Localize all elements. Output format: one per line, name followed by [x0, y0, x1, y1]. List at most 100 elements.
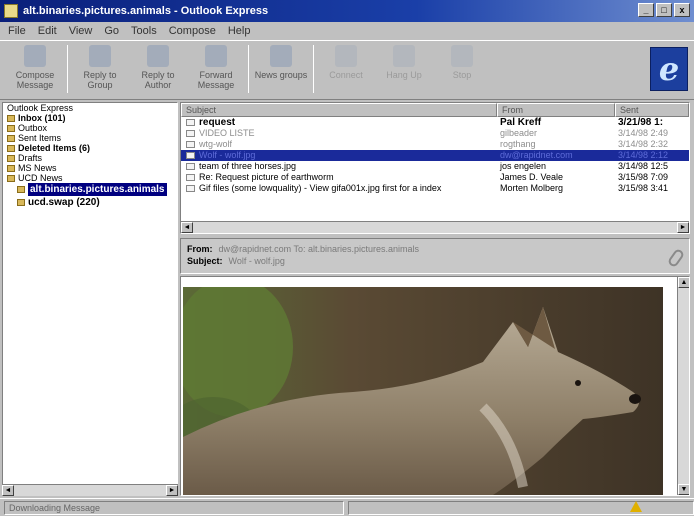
preview-body: ▲ ▼ [180, 276, 690, 496]
folder-label: ucd.swap (220) [28, 197, 100, 208]
message-sent: 3/15/98 3:41 [618, 183, 669, 193]
column-subject[interactable]: Subject [181, 103, 497, 117]
folder-label: Outbox [18, 123, 48, 133]
message-from: Pal Kreff [500, 117, 542, 128]
reply-group-icon [89, 45, 111, 67]
forward-icon [205, 45, 227, 67]
folder-alt-binaries-pictures-animals[interactable]: alt.binaries.pictures.animals [3, 183, 177, 196]
message-icon [186, 152, 195, 159]
maximize-button[interactable]: □ [656, 3, 672, 17]
column-from[interactable]: From [497, 103, 615, 117]
message-row[interactable]: VIDEO LISTE gilbeader 3/14/98 2:49 [181, 128, 689, 139]
folder-drafts[interactable]: Drafts [3, 153, 177, 163]
scroll-right-arrow-icon[interactable]: ► [166, 485, 178, 496]
folder-label: Drafts [18, 153, 43, 163]
reply-to-group-button[interactable]: Reply to Group [71, 41, 129, 97]
folder-ucd-swap[interactable]: ucd.swap (220) [3, 196, 177, 209]
newsgroups-icon [270, 45, 292, 67]
newsgroups-button[interactable]: News groups [252, 41, 310, 97]
message-from: rogthang [500, 139, 536, 149]
menu-edit[interactable]: Edit [38, 25, 57, 37]
folder-horizontal-scrollbar[interactable]: ◄ ► [2, 484, 178, 496]
message-subject: VIDEO LISTE [199, 128, 255, 138]
window-controls: _ □ x [638, 3, 690, 17]
message-subject: Gif files (some lowquality) - View gifa0… [199, 183, 442, 193]
minimize-button[interactable]: _ [638, 3, 654, 17]
message-row[interactable]: Re: Request picture of earthworm James D… [181, 172, 689, 183]
scroll-right-arrow-icon[interactable]: ► [677, 222, 689, 233]
toolbar-separator [248, 45, 249, 93]
folder-tree: Outlook Express Inbox (101) Outbox Sent … [2, 102, 178, 496]
folder-sent-items[interactable]: Sent Items [3, 133, 177, 143]
hang-up-icon [393, 45, 415, 67]
toolbar-separator [67, 45, 68, 93]
scroll-up-arrow-icon[interactable]: ▲ [678, 277, 689, 288]
wolf-photo-graphic [183, 287, 663, 495]
message-icon [186, 141, 195, 148]
window-title: alt.binaries.pictures.animals - Outlook … [23, 5, 269, 17]
message-sent: 3/15/98 7:09 [618, 172, 669, 182]
hang-up-label: Hang Up [386, 70, 422, 80]
preview-subject-row: Subject: Wolf - wolf.jpg [187, 255, 683, 267]
compose-message-button[interactable]: Compose Message [6, 41, 64, 97]
reply-to-group-label: Reply to Group [83, 70, 117, 90]
title-bar: alt.binaries.pictures.animals - Outlook … [0, 0, 694, 22]
message-row[interactable]: request Pal Kreff 3/21/98 1: [181, 117, 689, 128]
scroll-left-arrow-icon[interactable]: ◄ [2, 485, 14, 496]
preview-from-value: dw@rapidnet.com To: alt.binaries.picture… [218, 244, 420, 254]
menu-compose[interactable]: Compose [169, 25, 216, 37]
newsgroup-icon [17, 199, 25, 206]
menu-tools[interactable]: Tools [131, 25, 157, 37]
trash-icon [7, 144, 15, 152]
status-panel [348, 500, 694, 515]
reply-author-icon [147, 45, 169, 67]
column-sent[interactable]: Sent [615, 103, 689, 117]
message-sent: 3/14/98 2:32 [618, 139, 669, 149]
folder-outbox[interactable]: Outbox [3, 123, 177, 133]
warning-icon [630, 501, 642, 512]
message-row[interactable]: wtg-wolf rogthang 3/14/98 2:32 [181, 139, 689, 150]
stop-icon [451, 45, 473, 67]
compose-message-label: Compose Message [15, 70, 55, 90]
folder-outlook-express[interactable]: Outlook Express [3, 103, 177, 113]
scroll-left-arrow-icon[interactable]: ◄ [181, 222, 193, 233]
menu-help[interactable]: Help [228, 25, 251, 37]
preview-vertical-scrollbar[interactable]: ▲ ▼ [677, 277, 689, 495]
stop-button[interactable]: Stop [433, 41, 491, 97]
reply-to-author-button[interactable]: Reply to Author [129, 41, 187, 97]
menu-file[interactable]: File [8, 25, 26, 37]
folder-ucd-news[interactable]: UCD News [3, 173, 177, 183]
menu-go[interactable]: Go [104, 25, 119, 37]
message-sent: 3/14/98 12:5 [618, 161, 669, 171]
folder-label: Deleted Items (6) [18, 143, 91, 153]
folder-inbox[interactable]: Inbox (101) [3, 113, 177, 123]
message-list-horizontal-scrollbar[interactable]: ◄ ► [181, 221, 689, 233]
outbox-icon [7, 124, 15, 132]
folder-ms-news[interactable]: MS News [3, 163, 177, 173]
reply-to-author-label: Reply to Author [141, 70, 175, 90]
folder-label: alt.binaries.pictures.animals [28, 183, 167, 196]
message-row-selected[interactable]: Wolf - wolf.jpg dw@rapidnet.com 3/14/98 … [181, 150, 689, 161]
menu-bar: File Edit View Go Tools Compose Help [0, 22, 694, 40]
message-row[interactable]: Gif files (some lowquality) - View gifa0… [181, 183, 689, 194]
toolbar: Compose Message Reply to Group Reply to … [0, 40, 694, 100]
message-subject: request [199, 117, 236, 128]
forward-message-button[interactable]: Forward Message [187, 41, 245, 97]
message-from: jos engelen [500, 161, 547, 171]
message-subject: team of three horses.jpg [199, 161, 297, 171]
menu-view[interactable]: View [69, 25, 93, 37]
wolf-photo [183, 287, 663, 495]
hang-up-button[interactable]: Hang Up [375, 41, 433, 97]
folder-label: Sent Items [18, 133, 62, 143]
close-button[interactable]: x [674, 3, 690, 17]
folder-label: Inbox (101) [18, 113, 66, 123]
message-from: dw@rapidnet.com [500, 150, 573, 160]
message-row[interactable]: team of three horses.jpg jos engelen 3/1… [181, 161, 689, 172]
folder-deleted-items[interactable]: Deleted Items (6) [3, 143, 177, 153]
connect-button[interactable]: Connect [317, 41, 375, 97]
message-icon [186, 163, 195, 170]
folder-label: Outlook Express [7, 103, 74, 113]
scroll-down-arrow-icon[interactable]: ▼ [678, 484, 689, 495]
message-icon [186, 130, 195, 137]
connect-label: Connect [329, 70, 363, 80]
